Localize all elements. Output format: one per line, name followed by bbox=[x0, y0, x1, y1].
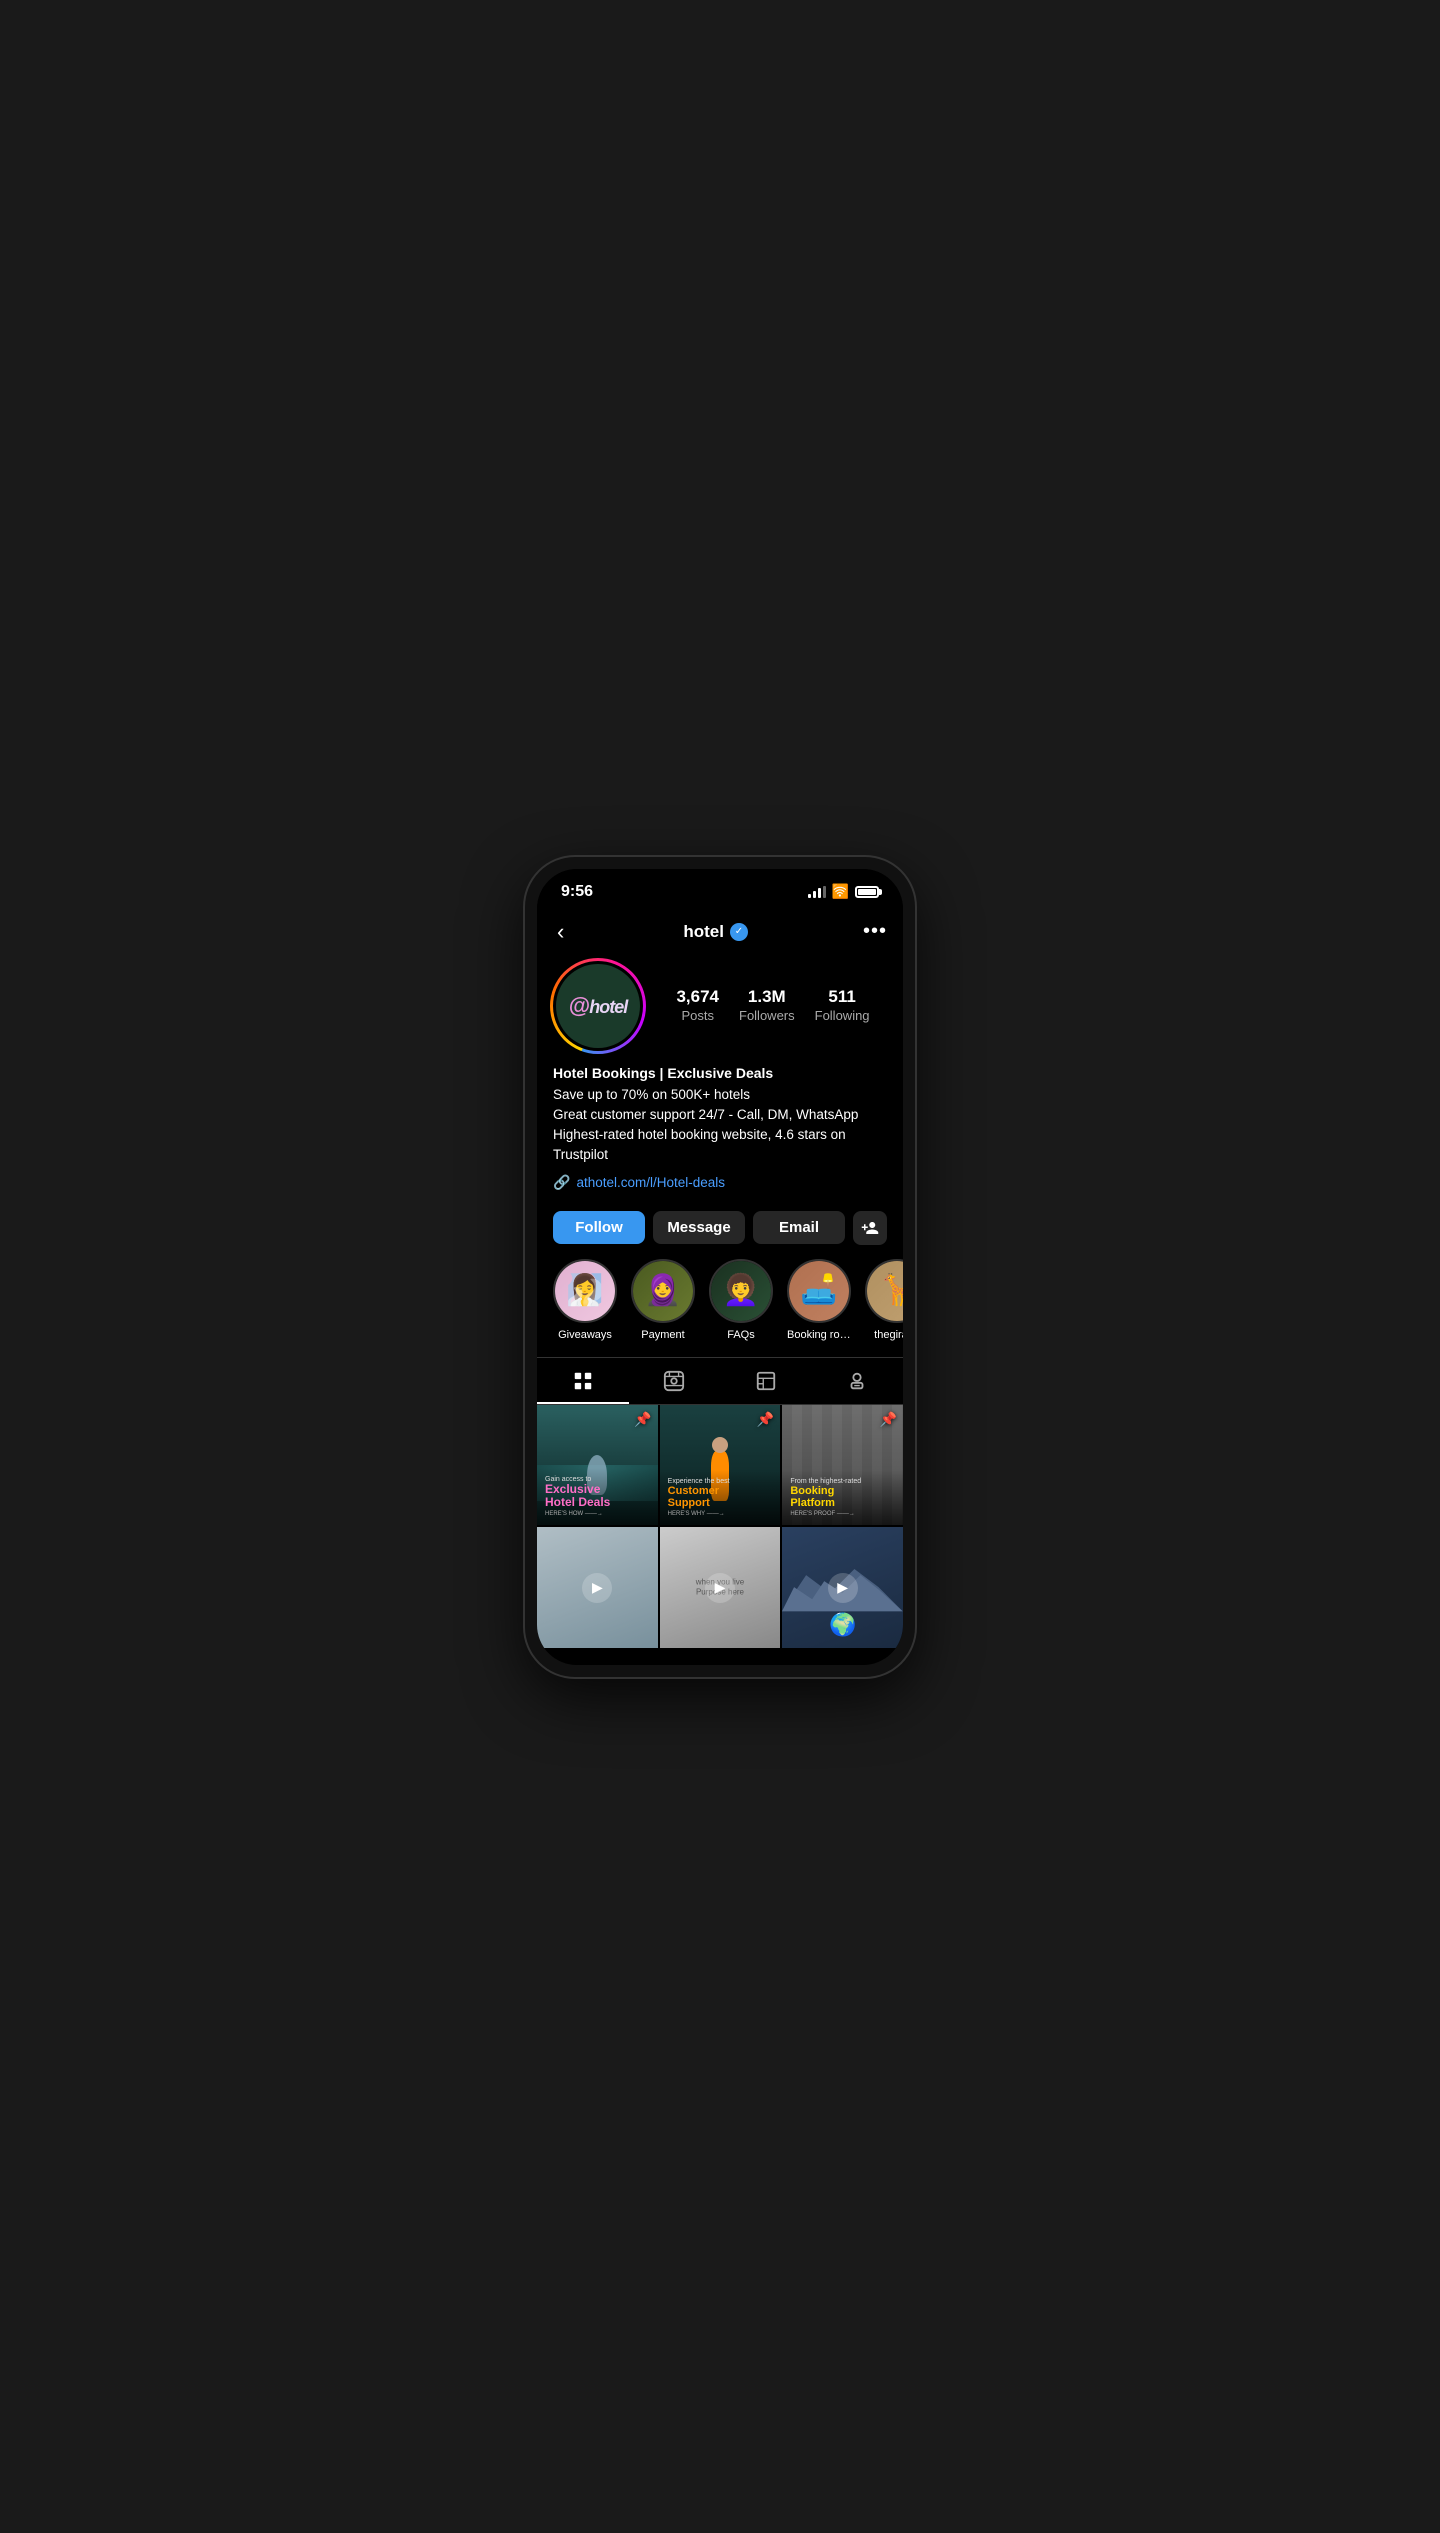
play-icon-6: ▶ bbox=[828, 1573, 858, 1603]
bio-line-2: Great customer support 24/7 - Call, DM, … bbox=[553, 1107, 858, 1122]
add-person-icon bbox=[861, 1219, 879, 1237]
posts-label: Posts bbox=[681, 1008, 714, 1023]
grid-item-3-small-text: From the highest-rated bbox=[790, 1478, 895, 1485]
profile-content: ‹ hotel ✓ ••• @h bbox=[537, 907, 903, 1659]
battery-icon bbox=[855, 886, 879, 898]
message-button[interactable]: Message bbox=[653, 1211, 745, 1244]
tab-reels[interactable] bbox=[629, 1358, 721, 1404]
grid-item-2-small-text: Experience the best bbox=[668, 1478, 773, 1485]
tab-grid[interactable] bbox=[537, 1358, 629, 1404]
pin-icon-3: 📌 bbox=[880, 1411, 897, 1428]
highlight-giraffe-label: thegiraffe bbox=[874, 1329, 903, 1341]
highlight-giraffe[interactable]: 🦒 thegiraffe bbox=[865, 1259, 903, 1341]
action-buttons: Follow Message Email bbox=[537, 1201, 903, 1259]
posts-count: 3,674 bbox=[676, 987, 719, 1007]
followers-label: Followers bbox=[739, 1008, 795, 1023]
follow-button[interactable]: Follow bbox=[553, 1211, 645, 1244]
bio-text: Save up to 70% on 500K+ hotels Great cus… bbox=[553, 1085, 887, 1166]
header-title: hotel ✓ bbox=[683, 922, 748, 942]
profile-header: ‹ hotel ✓ ••• bbox=[537, 907, 903, 961]
bio-name: Hotel Bookings | Exclusive Deals bbox=[553, 1065, 887, 1081]
stat-posts[interactable]: 3,674 Posts bbox=[676, 987, 719, 1025]
grid-item-3-large-text: BookingPlatform bbox=[790, 1485, 895, 1509]
bio-link-text: athotel.com/l/Hotel-deals bbox=[576, 1175, 725, 1190]
grid-item-2-large-text: CustomerSupport bbox=[668, 1485, 773, 1509]
tagged-icon bbox=[846, 1370, 868, 1392]
bio-line-1: Save up to 70% on 500K+ hotels bbox=[553, 1087, 750, 1102]
following-label: Following bbox=[815, 1008, 870, 1023]
avatar-wrapper[interactable]: @hotel bbox=[553, 961, 643, 1051]
bio-section: Hotel Bookings | Exclusive Deals Save up… bbox=[553, 1065, 887, 1191]
profile-top: @hotel 3,674 Posts 1.3M Followers bbox=[553, 961, 887, 1051]
pin-icon-2: 📌 bbox=[757, 1411, 774, 1428]
giveaways-highlight-image: 🧖‍♀️ bbox=[566, 1273, 603, 1308]
highlight-payment[interactable]: 🧕 Payment bbox=[631, 1259, 695, 1341]
back-button[interactable]: ‹ bbox=[553, 915, 568, 949]
highlight-giveaways[interactable]: 🧖‍♀️ Giveaways bbox=[553, 1259, 617, 1341]
bio-line-3: Highest-rated hotel booking website, 4.6… bbox=[553, 1127, 846, 1162]
status-icons: 🛜 bbox=[808, 883, 879, 900]
faqs-highlight-image: 👩‍🦱 bbox=[722, 1273, 759, 1308]
phone-frame: 9:56 🛜 ‹ hotel ✓ bbox=[525, 857, 915, 1677]
grid-item-2[interactable]: Experience the best CustomerSupport HERE… bbox=[660, 1405, 781, 1526]
tab-tagged[interactable] bbox=[812, 1358, 904, 1404]
play-icon-5: ▶ bbox=[705, 1573, 735, 1603]
stat-followers[interactable]: 1.3M Followers bbox=[739, 987, 795, 1025]
highlight-faqs[interactable]: 👩‍🦱 FAQs bbox=[709, 1259, 773, 1341]
grid-item-5[interactable]: when you livePurpose here ▶ bbox=[660, 1527, 781, 1648]
signal-icon bbox=[808, 886, 826, 898]
highlight-payment-label: Payment bbox=[641, 1329, 684, 1341]
grid-item-1[interactable]: Gain access to ExclusiveHotel Deals HERE… bbox=[537, 1405, 658, 1526]
verified-badge: ✓ bbox=[730, 923, 748, 941]
phone-screen: 9:56 🛜 ‹ hotel ✓ bbox=[537, 869, 903, 1665]
more-options-button[interactable]: ••• bbox=[863, 920, 887, 943]
tab-clips[interactable] bbox=[720, 1358, 812, 1404]
avatar-logo: @hotel bbox=[569, 993, 627, 1019]
photo-grid: Gain access to ExclusiveHotel Deals HERE… bbox=[537, 1405, 903, 1648]
giraffe-highlight-image: 🦒 bbox=[878, 1273, 903, 1308]
stat-following[interactable]: 511 Following bbox=[815, 987, 870, 1025]
status-bar: 9:56 🛜 bbox=[537, 869, 903, 907]
highlight-booking[interactable]: 🛋️ Booking roo... bbox=[787, 1259, 851, 1341]
content-tab-bar bbox=[537, 1357, 903, 1405]
play-icon-4: ▶ bbox=[582, 1573, 612, 1603]
reels-icon bbox=[663, 1370, 685, 1392]
highlight-booking-label: Booking roo... bbox=[787, 1329, 851, 1341]
highlight-faqs-label: FAQs bbox=[727, 1329, 755, 1341]
grid-item-3-cta: HERE'S PROOF ——→ bbox=[790, 1511, 895, 1517]
grid-item-1-cta: HERE'S HOW ——→ bbox=[545, 1511, 650, 1517]
grid-item-6[interactable]: 🌍 ▶ bbox=[782, 1527, 903, 1648]
booking-highlight-image: 🛋️ bbox=[800, 1273, 837, 1308]
clips-icon bbox=[755, 1370, 777, 1392]
grid-item-1-large-text: ExclusiveHotel Deals bbox=[545, 1483, 650, 1509]
bio-link[interactable]: 🔗 athotel.com/l/Hotel-deals bbox=[553, 1174, 887, 1191]
add-friend-button[interactable] bbox=[853, 1211, 887, 1245]
highlights-row: 🧖‍♀️ Giveaways 🧕 Payment bbox=[537, 1259, 903, 1357]
profile-username: hotel bbox=[683, 922, 724, 942]
profile-info: @hotel 3,674 Posts 1.3M Followers bbox=[537, 961, 903, 1191]
wifi-icon: 🛜 bbox=[832, 883, 849, 900]
avatar: @hotel bbox=[556, 964, 640, 1048]
grid-item-3[interactable]: From the highest-rated BookingPlatform H… bbox=[782, 1405, 903, 1526]
email-button[interactable]: Email bbox=[753, 1211, 845, 1244]
link-icon: 🔗 bbox=[553, 1174, 570, 1191]
status-time: 9:56 bbox=[561, 883, 593, 901]
grid-item-4[interactable]: ▶ bbox=[537, 1527, 658, 1648]
payment-highlight-image: 🧕 bbox=[644, 1273, 681, 1308]
pin-icon-1: 📌 bbox=[634, 1411, 651, 1428]
grid-item-2-cta: HERE'S WHY ——→ bbox=[668, 1511, 773, 1517]
followers-count: 1.3M bbox=[739, 987, 795, 1007]
highlight-giveaways-label: Giveaways bbox=[558, 1329, 612, 1341]
following-count: 511 bbox=[815, 987, 870, 1007]
stats-row: 3,674 Posts 1.3M Followers 511 Following bbox=[659, 987, 887, 1025]
grid-icon bbox=[572, 1370, 594, 1392]
